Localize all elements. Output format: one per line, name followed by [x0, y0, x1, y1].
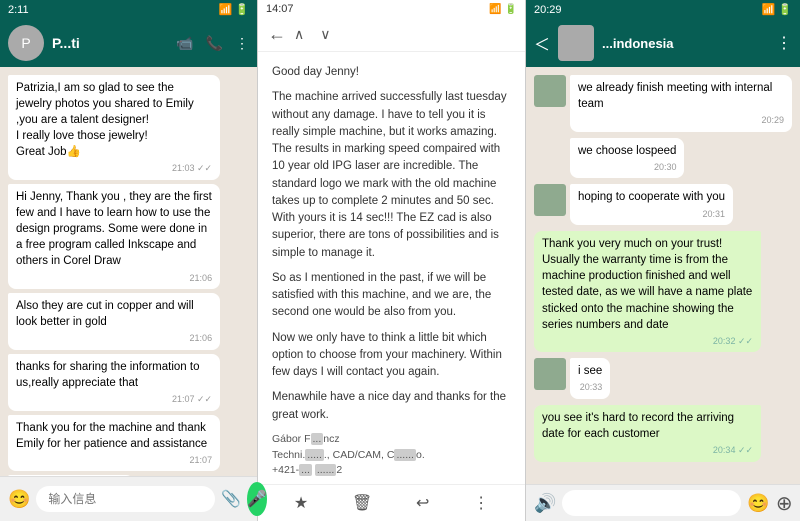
input-bar-3: 🔊 😊 ⊕: [526, 484, 800, 521]
message-1-6: I will keep you posted 21:07: [8, 475, 134, 476]
email-panel: 14:07 📶 🔋 ← ∧ ∨ Good day Jenny! The mach…: [258, 0, 526, 521]
header-icons-1: 📹 📞 ⋮: [176, 35, 249, 52]
status-icons-3: 📶 🔋: [762, 3, 792, 16]
contact-name-1: P...ti: [52, 35, 168, 51]
contact-name-3: ...indonesia: [602, 36, 768, 51]
add-icon-3[interactable]: ⊕: [776, 491, 793, 516]
time-3: 20:29: [534, 4, 562, 16]
email-header: ← ∧ ∨: [258, 18, 525, 52]
message-3-6: you see it's hard to record the arriving…: [534, 405, 792, 462]
phone-icon[interactable]: 📞: [206, 35, 223, 52]
message-1-2: Hi Jenny, Thank you , they are the first…: [8, 184, 220, 289]
star-icon[interactable]: ★: [294, 493, 308, 513]
input-bar-1: 😊 📎 🎤: [0, 476, 257, 521]
chat-panel-3: 20:29 📶 🔋 ＜ ...indonesia ⋮ we already fi…: [526, 0, 800, 521]
thumbnail-1: [534, 75, 566, 107]
message-3-5: i see 20:33: [534, 358, 792, 399]
email-footer: ★ 🗑 ↩ ⋮: [258, 484, 525, 521]
menu-icon-3[interactable]: ⋮: [776, 33, 792, 53]
email-paragraph-1: The machine arrived successfully last tu…: [272, 89, 511, 262]
thumbnail-2: [534, 184, 566, 216]
emoji-icon-1[interactable]: 😊: [8, 489, 30, 510]
video-icon[interactable]: 📹: [176, 35, 193, 52]
message-1-5: Thank you for the machine and thank Emil…: [8, 415, 220, 472]
thumbnail-3: [534, 358, 566, 390]
message-3-2: we choose lospeed 20:30: [534, 138, 792, 179]
message-1-3: Also they are cut in copper and will loo…: [8, 293, 220, 350]
email-paragraph-2: So as I mentioned in the past, if we wil…: [272, 270, 511, 322]
reply-icon[interactable]: ↩: [416, 493, 429, 513]
status-icons-2: 📶 🔋: [489, 4, 517, 15]
attachment-icon-1[interactable]: 📎: [221, 489, 241, 509]
message-1-4: thanks for sharing the information to us…: [8, 354, 220, 411]
email-body: Good day Jenny! The machine arrived succ…: [258, 52, 525, 484]
back-icon-3[interactable]: ＜: [534, 31, 550, 55]
messages-area-1: Patrizia,I am so glad to see the jewelry…: [0, 67, 257, 476]
email-signature: Gábor F...nczTechni......., CAD/CAM, C..…: [272, 432, 511, 479]
time-2: 14:07: [266, 3, 294, 15]
avatar-1: P: [8, 25, 44, 61]
avatar-3: [558, 25, 594, 61]
back-icon-2[interactable]: ←: [268, 24, 286, 45]
down-icon[interactable]: ∨: [320, 26, 330, 43]
delete-icon[interactable]: 🗑: [352, 493, 372, 513]
email-paragraph-4: Menawhile have a nice day and thanks for…: [272, 389, 511, 424]
status-bar-1: 2:11 📶 🔋: [0, 0, 257, 19]
email-greeting: Good day Jenny!: [272, 64, 511, 81]
message-3-4: Thank you very much on your trust!Usuall…: [534, 231, 792, 352]
messages-area-3: we already finish meeting with internal …: [526, 67, 800, 484]
email-nav: ∧ ∨: [294, 26, 331, 43]
time-1: 2:11: [8, 4, 29, 16]
message-1-1: Patrizia,I am so glad to see the jewelry…: [8, 75, 220, 180]
menu-icon-1[interactable]: ⋮: [235, 35, 249, 52]
more-icon[interactable]: ⋮: [473, 493, 489, 513]
chat-header-3[interactable]: ＜ ...indonesia ⋮: [526, 19, 800, 67]
chat-header-1[interactable]: P P...ti 📹 📞 ⋮: [0, 19, 257, 67]
status-icons-1: 📶 🔋: [219, 3, 249, 16]
emoji-icon-3[interactable]: 😊: [747, 493, 769, 514]
message-input-1[interactable]: [36, 486, 215, 512]
status-bar-3: 20:29 📶 🔋: [526, 0, 800, 19]
audio-icon-3[interactable]: 🔊: [534, 493, 556, 514]
email-paragraph-3: Now we only have to think a little bit w…: [272, 330, 511, 382]
message-input-3[interactable]: [562, 490, 741, 516]
chat-panel-1: 2:11 📶 🔋 P P...ti 📹 📞 ⋮ Patrizia,I am so…: [0, 0, 258, 521]
message-3-1: we already finish meeting with internal …: [534, 75, 792, 132]
message-3-3: hoping to cooperate with you 20:31: [534, 184, 792, 225]
up-icon[interactable]: ∧: [294, 26, 304, 43]
status-bar-2: 14:07 📶 🔋: [258, 0, 525, 18]
